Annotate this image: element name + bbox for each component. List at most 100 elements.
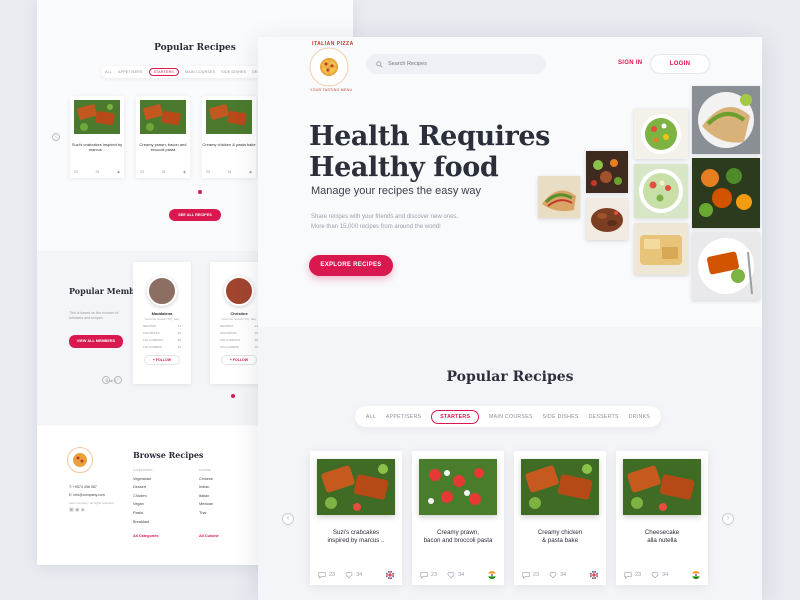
view-all-members-button[interactable]: VIEW ALL MEMBERS <box>69 335 123 348</box>
tab-drinks[interactable]: DRINKS <box>629 414 650 420</box>
recipe-title: Suzi's crabcakes inspired by marcus .. <box>327 529 385 544</box>
likes-count[interactable]: 34 <box>345 571 362 579</box>
cuisine-link[interactable]: Thai <box>199 509 219 518</box>
comments-count[interactable]: 23 <box>420 571 437 579</box>
footer-logo <box>67 447 93 473</box>
food-image-casserole <box>634 223 688 275</box>
cuisine-link[interactable]: Chinese <box>199 475 219 484</box>
back-tab-appetisers[interactable]: APPETISERS <box>118 70 143 74</box>
recipe-image-chicken-bake <box>521 459 599 515</box>
explore-recipes-button[interactable]: EXPLORE RECIPES <box>309 255 393 276</box>
food-image-salad <box>634 109 688 159</box>
category-link[interactable]: Breakfast <box>133 518 159 527</box>
popular-members-desc: This is based on the number of followers… <box>69 311 119 320</box>
carousel-prev-icon[interactable]: ‹ <box>282 513 294 525</box>
recipe-card[interactable]: Creamy chicken & pasta bake 23 34 <box>514 451 606 585</box>
recipe-stats: 23 34 <box>522 571 598 579</box>
popular-recipes-title: Popular Recipes <box>446 369 574 385</box>
recipe-image-cheesecake <box>623 459 701 515</box>
back-category-tabs: ALL APPETISERS STARTERS MAIN COURSES SID… <box>101 66 278 78</box>
comments-count[interactable]: 23 <box>318 571 335 579</box>
sign-in-link[interactable]: SIGN IN <box>618 60 642 66</box>
back-card-stats: 23 34 ◉ <box>74 170 120 174</box>
category-link[interactable]: Pasta <box>133 509 159 518</box>
recipe-card[interactable]: Creamy prawn, bacon and broccoli pasta 2… <box>412 451 504 585</box>
comment-icon <box>420 572 428 579</box>
likes-count[interactable]: 34 <box>549 571 566 579</box>
hero-description: Share recipes with your friends and disc… <box>311 214 459 230</box>
back-recipe-card[interactable]: Suzi's crabcakes inspired by marcus .. 2… <box>70 96 124 178</box>
footer-email: E: info@company.com <box>69 493 105 497</box>
tab-side-dishes[interactable]: SIDE DISHES <box>543 414 579 420</box>
back-tab-starters[interactable]: STARTERS <box>148 68 180 76</box>
recipe-card[interactable]: Cheesecake alla nutella 23 34 <box>616 451 708 585</box>
cuisine-link[interactable]: Italian <box>199 492 219 501</box>
category-link[interactable]: Vegan <box>133 500 159 509</box>
back-card-stats: 23 34 ◉ <box>140 170 186 174</box>
brand-logo[interactable] <box>308 46 350 88</box>
food-image-roasted-veg <box>692 158 760 228</box>
category-link[interactable]: Chicken <box>133 492 159 501</box>
recipe-card[interactable]: Suzi's crabcakes inspired by marcus .. 2… <box>310 451 402 585</box>
back-tab-all[interactable]: ALL <box>105 70 112 74</box>
cuisine-list: CUISINE Chinese Indian Italian Mexican T… <box>199 466 219 541</box>
food-image-salmon-plate <box>692 232 760 300</box>
back-tab-side-dishes[interactable]: SIDE DISHES <box>221 70 246 74</box>
back-pagination-dot[interactable] <box>198 190 202 194</box>
carousel-next-icon[interactable]: › <box>722 513 734 525</box>
see-all-recipes-button[interactable]: SEE ALL RECIPES <box>169 209 221 221</box>
cuisine-link[interactable]: Indian <box>199 483 219 492</box>
social-icons[interactable]: ▣ ◉ ◈ <box>69 506 119 514</box>
follow-button[interactable]: + FOLLOW <box>144 355 180 365</box>
back-prev-arrow-icon[interactable]: ‹ <box>52 133 60 141</box>
login-button[interactable]: LOGIN <box>650 54 710 74</box>
comment-icon <box>522 572 530 579</box>
india-flag-icon: ◉ <box>182 170 186 174</box>
comments-count[interactable]: 23 <box>624 571 641 579</box>
back-tab-main-courses[interactable]: MAIN COURSES <box>185 70 215 74</box>
all-categories-link[interactable]: All Categories <box>133 532 159 541</box>
recipe-image-pasta-salad <box>419 459 497 515</box>
heart-icon <box>345 572 353 579</box>
salmon-dish-image <box>140 100 186 134</box>
tab-appetisers[interactable]: APPETISERS <box>386 414 422 420</box>
member-card[interactable]: Maddalena Germine Gussit (TV), Italy REC… <box>133 262 191 384</box>
tab-starters[interactable]: STARTERS <box>431 409 480 424</box>
likes-count[interactable]: 34 <box>447 571 464 579</box>
search-input[interactable] <box>388 61 538 67</box>
food-image-meat <box>586 198 628 240</box>
india-flag-icon <box>488 571 496 579</box>
members-pagination-dot[interactable] <box>231 394 235 398</box>
follow-button[interactable]: + FOLLOW <box>221 355 257 365</box>
back-recipe-card[interactable]: Creamy chicken & pasta bake 23 34 ◉ <box>202 96 256 178</box>
category-link[interactable]: Dessert <box>133 483 159 492</box>
search-icon <box>376 60 383 68</box>
food-image-bowl <box>634 164 688 218</box>
category-link[interactable]: Vegetarian <box>133 475 159 484</box>
comment-icon <box>318 572 326 579</box>
tab-all[interactable]: ALL <box>366 414 376 420</box>
food-image-tortillas <box>692 86 760 154</box>
members-prev-icon[interactable]: ‹ <box>102 376 110 384</box>
categories-list: CATEGORIES Vegetarian Dessert Chicken Ve… <box>133 466 159 541</box>
heart-icon <box>651 572 659 579</box>
back-recipe-card[interactable]: Creamy prawn, bacon and broccoli pasta 2… <box>136 96 190 178</box>
hero-title: Health Requires Healthy food <box>309 121 550 183</box>
recipe-title: Creamy chicken & pasta bake <box>537 529 583 544</box>
comment-icon <box>624 572 632 579</box>
footer-phone: T: +9574 456 987 <box>69 485 97 489</box>
all-cuisine-link[interactable]: All Cuisine <box>199 532 219 541</box>
uk-flag-icon <box>386 571 394 579</box>
uk-flag-icon: ◉ <box>248 170 252 174</box>
search-bar[interactable] <box>366 54 546 74</box>
back-card-title: Creamy prawn, bacon and broccoli pasta <box>139 142 187 152</box>
likes-count[interactable]: 34 <box>651 571 668 579</box>
cuisine-link[interactable]: Mexican <box>199 500 219 509</box>
members-next-icon[interactable]: › <box>114 376 122 384</box>
recipe-stats: 23 34 <box>318 571 394 579</box>
comments-count[interactable]: 23 <box>522 571 539 579</box>
avatar <box>224 276 254 306</box>
tab-main-courses[interactable]: MAIN COURSES <box>489 414 533 420</box>
logo-text: ITALIAN PIZZA <box>312 41 354 47</box>
tab-desserts[interactable]: DESSERTS <box>589 414 619 420</box>
